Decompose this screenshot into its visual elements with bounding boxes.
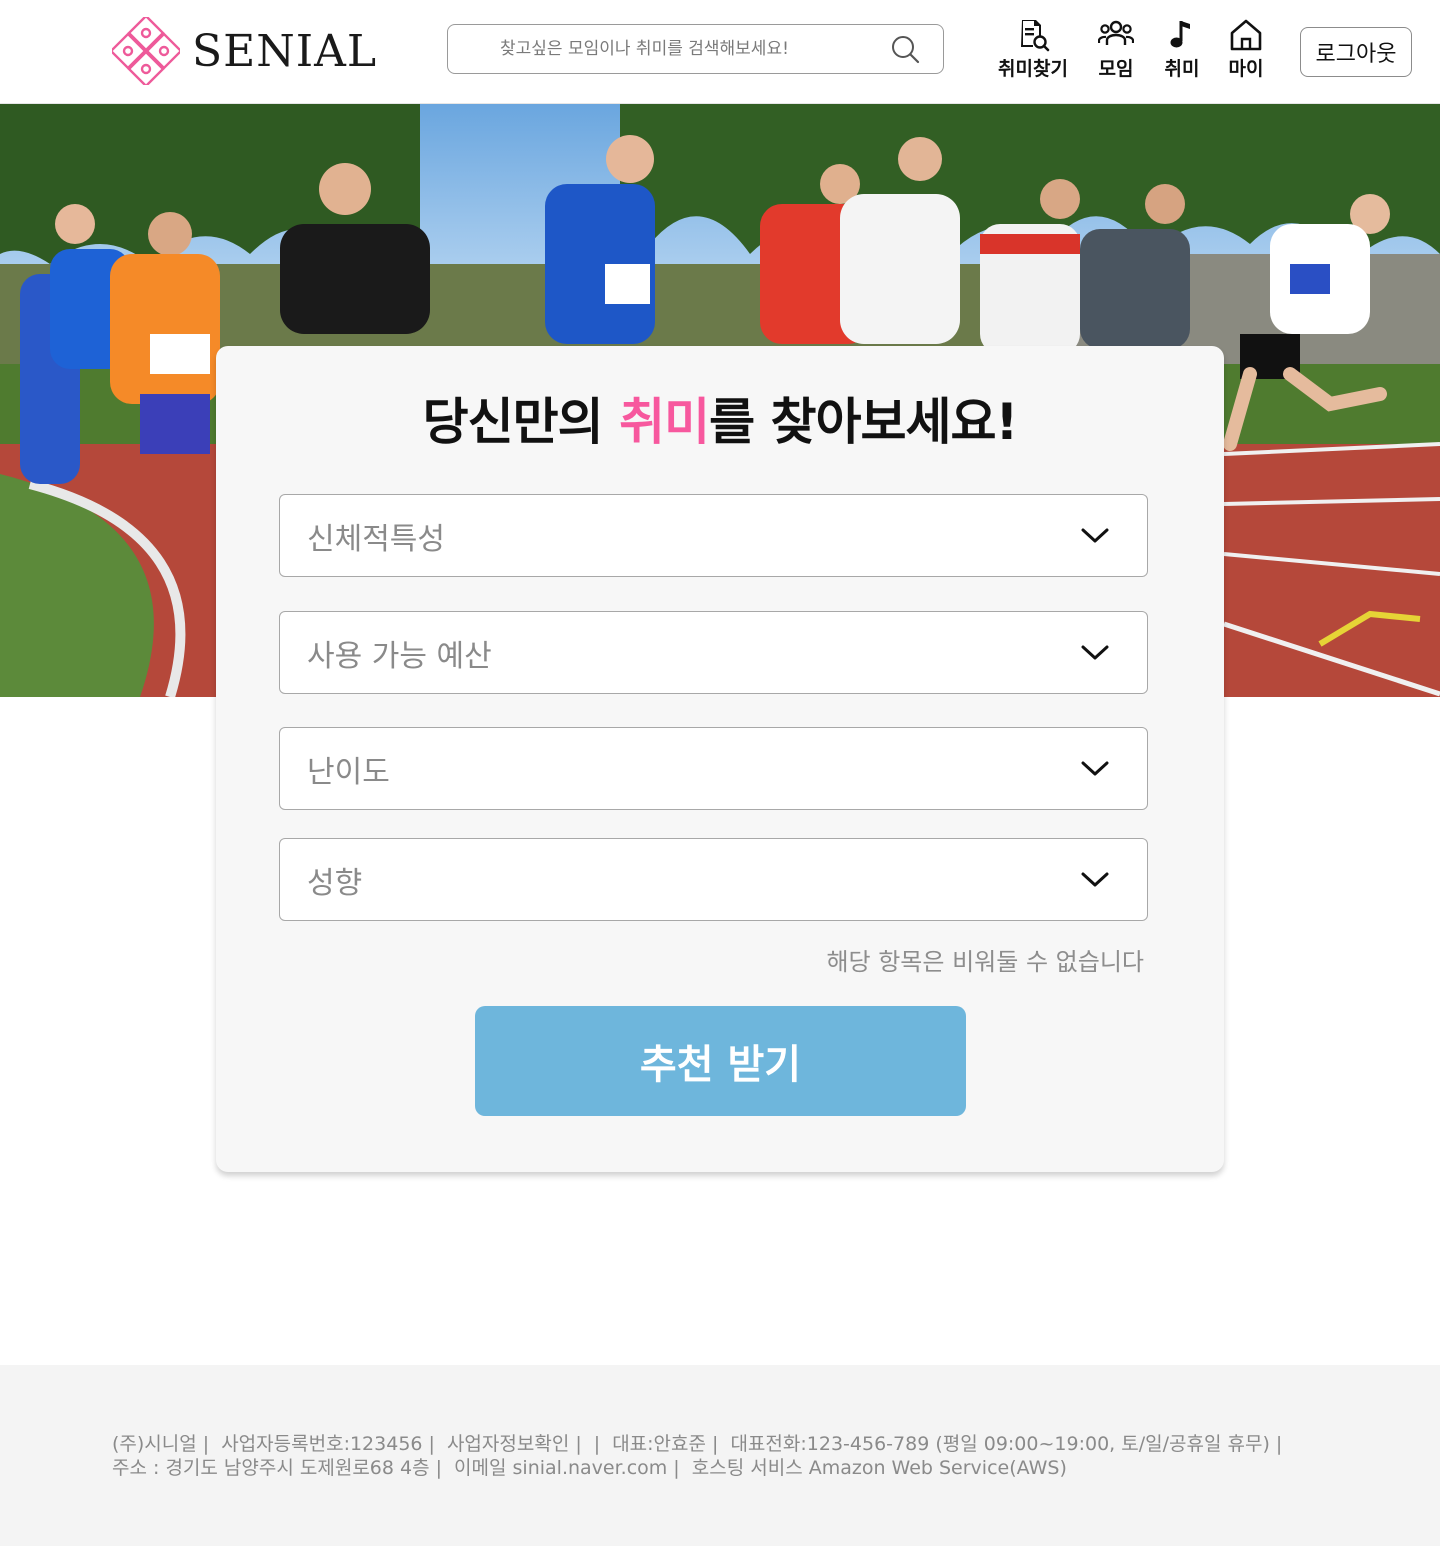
nav-item-group[interactable]: 모임: [1082, 18, 1150, 81]
footer-business-info-link[interactable]: 사업자정보확인: [447, 1433, 569, 1455]
footer: (주)시니얼 | 사업자등록번호:123456 | 사업자정보확인 | | 대표:안효준…: [0, 1365, 1440, 1546]
header: SENIAL 취미찾기: [0, 0, 1440, 104]
hobby-finder-card: 당신만의 취미를 찾아보세요! 신체적특성 사용 가능 예산 난이도 성향 해당…: [216, 346, 1224, 1172]
difficulty-select[interactable]: 난이도: [279, 727, 1148, 810]
select-label: 사용 가능 예산: [307, 638, 492, 674]
required-note: 해당 항목은 비워둘 수 없습니다: [826, 948, 1144, 976]
home-icon: [1230, 19, 1262, 51]
footer-business-number: 사업자등록번호:123456: [221, 1433, 423, 1455]
footer-hosting: 호스팅 서비스 Amazon Web Service(AWS): [691, 1457, 1067, 1479]
page-title: 당신만의 취미를 찾아보세요!: [216, 382, 1224, 454]
title-text: 당신만의: [422, 393, 620, 451]
search-document-icon: [1021, 20, 1050, 52]
footer-address: 주소 : 경기도 남양주시 도제원로68 4층: [112, 1457, 430, 1479]
logo-text: SENIAL: [192, 25, 378, 77]
nav-item-label: 취미: [1164, 58, 1200, 80]
chevron-down-icon[interactable]: [1065, 506, 1125, 566]
budget-select[interactable]: 사용 가능 예산: [279, 611, 1148, 694]
nav-item-label: 취미찾기: [998, 58, 1068, 80]
logo[interactable]: SENIAL: [112, 16, 377, 86]
search-icon[interactable]: [881, 25, 929, 73]
nav-item-my[interactable]: 마이: [1216, 18, 1276, 81]
title-accent: 취미: [619, 393, 710, 451]
nav-item-label: 마이: [1228, 58, 1264, 80]
select-label: 성향: [307, 865, 363, 901]
search-bar: [447, 24, 944, 74]
personality-select[interactable]: 성향: [279, 838, 1148, 921]
nav-item-label: 모임: [1098, 58, 1134, 80]
select-label: 난이도: [307, 754, 390, 790]
footer-phone: 대표전화:123-456-789 (평일 09:00~19:00, 토/일/공휴…: [730, 1433, 1270, 1455]
group-icon: [1098, 20, 1134, 45]
footer-company-info: (주)시니얼 | 사업자등록번호:123456 | 사업자정보확인 | | 대표:안효준…: [112, 1433, 1283, 1455]
get-recommendation-button[interactable]: 추천 받기: [475, 1006, 966, 1116]
chevron-down-icon[interactable]: [1065, 850, 1125, 910]
logout-button[interactable]: 로그아웃: [1300, 27, 1412, 77]
nav-item-hobby[interactable]: 취미: [1152, 18, 1212, 81]
footer-contact-info: 주소 : 경기도 남양주시 도제원로68 4층 | 이메일 sinial.nave…: [112, 1457, 1067, 1479]
logo-emblem-icon: [112, 17, 180, 85]
footer-ceo: 대표:안효준: [612, 1433, 706, 1455]
title-text-suffix: 를 찾아보세요!: [709, 393, 1018, 451]
search-input[interactable]: [448, 25, 881, 73]
footer-email: 이메일 sinial.naver.com: [454, 1457, 668, 1479]
nav-item-find-hobby[interactable]: 취미찾기: [990, 18, 1076, 81]
music-note-icon: [1170, 21, 1190, 48]
physical-traits-select[interactable]: 신체적특성: [279, 494, 1148, 577]
chevron-down-icon[interactable]: [1065, 623, 1125, 683]
footer-company-name: (주)시니얼: [112, 1433, 197, 1455]
select-label: 신체적특성: [307, 521, 445, 557]
chevron-down-icon[interactable]: [1065, 739, 1125, 799]
main-nav: 취미찾기 모임 취미 마이: [990, 18, 1276, 81]
